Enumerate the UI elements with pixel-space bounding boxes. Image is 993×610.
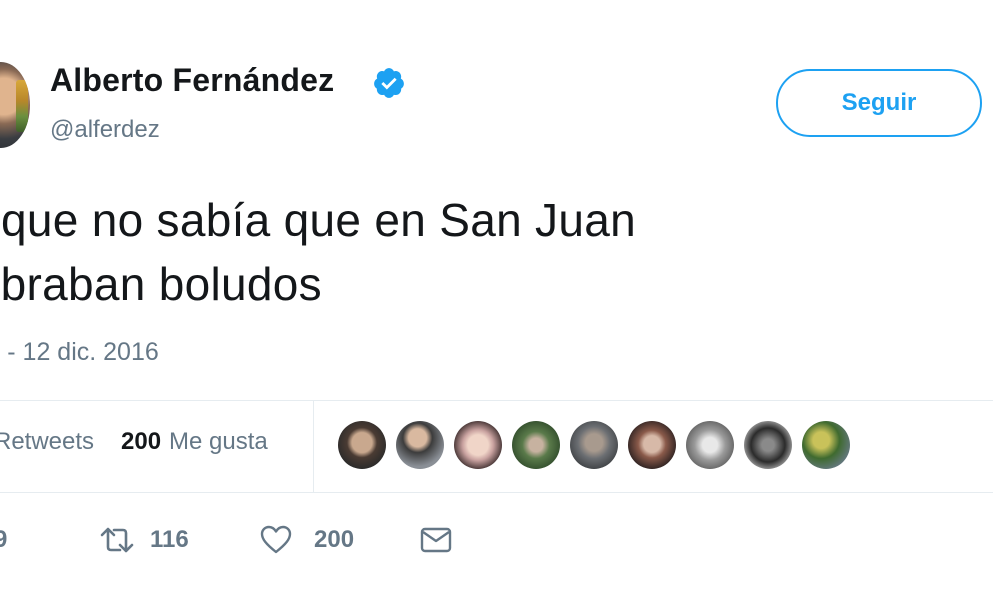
heart-icon: [260, 525, 292, 554]
author-display-name[interactable]: Alberto Fernández: [50, 62, 334, 99]
likers-avatars: [338, 421, 850, 469]
liker-avatar[interactable]: [338, 421, 386, 469]
reply-action[interactable]: 9: [0, 520, 7, 560]
retweet-action[interactable]: 116: [98, 520, 189, 560]
retweets-stat-label: Retweets: [0, 428, 95, 455]
verified-badge-icon: [374, 68, 404, 98]
retweets-stat[interactable]: Retweets: [0, 428, 94, 456]
like-count: 200: [314, 526, 355, 553]
envelope-icon: [420, 527, 452, 553]
tweet-text-line-1: o que no sabía que en San Juan: [0, 194, 637, 246]
stats-separator: [313, 401, 314, 492]
stats-divider-bottom: [0, 492, 993, 493]
author-handle[interactable]: @alferdez: [50, 116, 160, 144]
liker-avatar[interactable]: [454, 421, 502, 469]
author-avatar[interactable]: [0, 62, 30, 148]
like-action[interactable]: 200: [260, 520, 354, 560]
follow-button[interactable]: Seguir: [776, 69, 982, 137]
liker-avatar[interactable]: [628, 421, 676, 469]
likes-stat[interactable]: 200 Me gusta: [121, 428, 268, 456]
tweet-text: o que no sabía que en San Juan mbraban b…: [0, 188, 862, 316]
reply-count: 9: [0, 526, 8, 553]
retweet-icon: [100, 527, 134, 553]
liker-avatar[interactable]: [686, 421, 734, 469]
likes-stat-count: 200: [121, 428, 162, 455]
liker-avatar[interactable]: [802, 421, 850, 469]
tweet-timestamp[interactable]: · - 12 dic. 2016: [0, 338, 159, 367]
direct-message-action[interactable]: [420, 520, 452, 560]
liker-avatar[interactable]: [570, 421, 618, 469]
liker-avatar[interactable]: [396, 421, 444, 469]
retweet-count: 116: [150, 526, 189, 553]
liker-avatar[interactable]: [512, 421, 560, 469]
likes-stat-label: Me gusta: [169, 428, 268, 455]
stats-divider-top: [0, 400, 993, 401]
tweet-text-line-2: mbraban boludos: [0, 258, 322, 310]
liker-avatar[interactable]: [744, 421, 792, 469]
tweet-card: Alberto Fernández @alferdez Seguir o que…: [0, 0, 993, 610]
